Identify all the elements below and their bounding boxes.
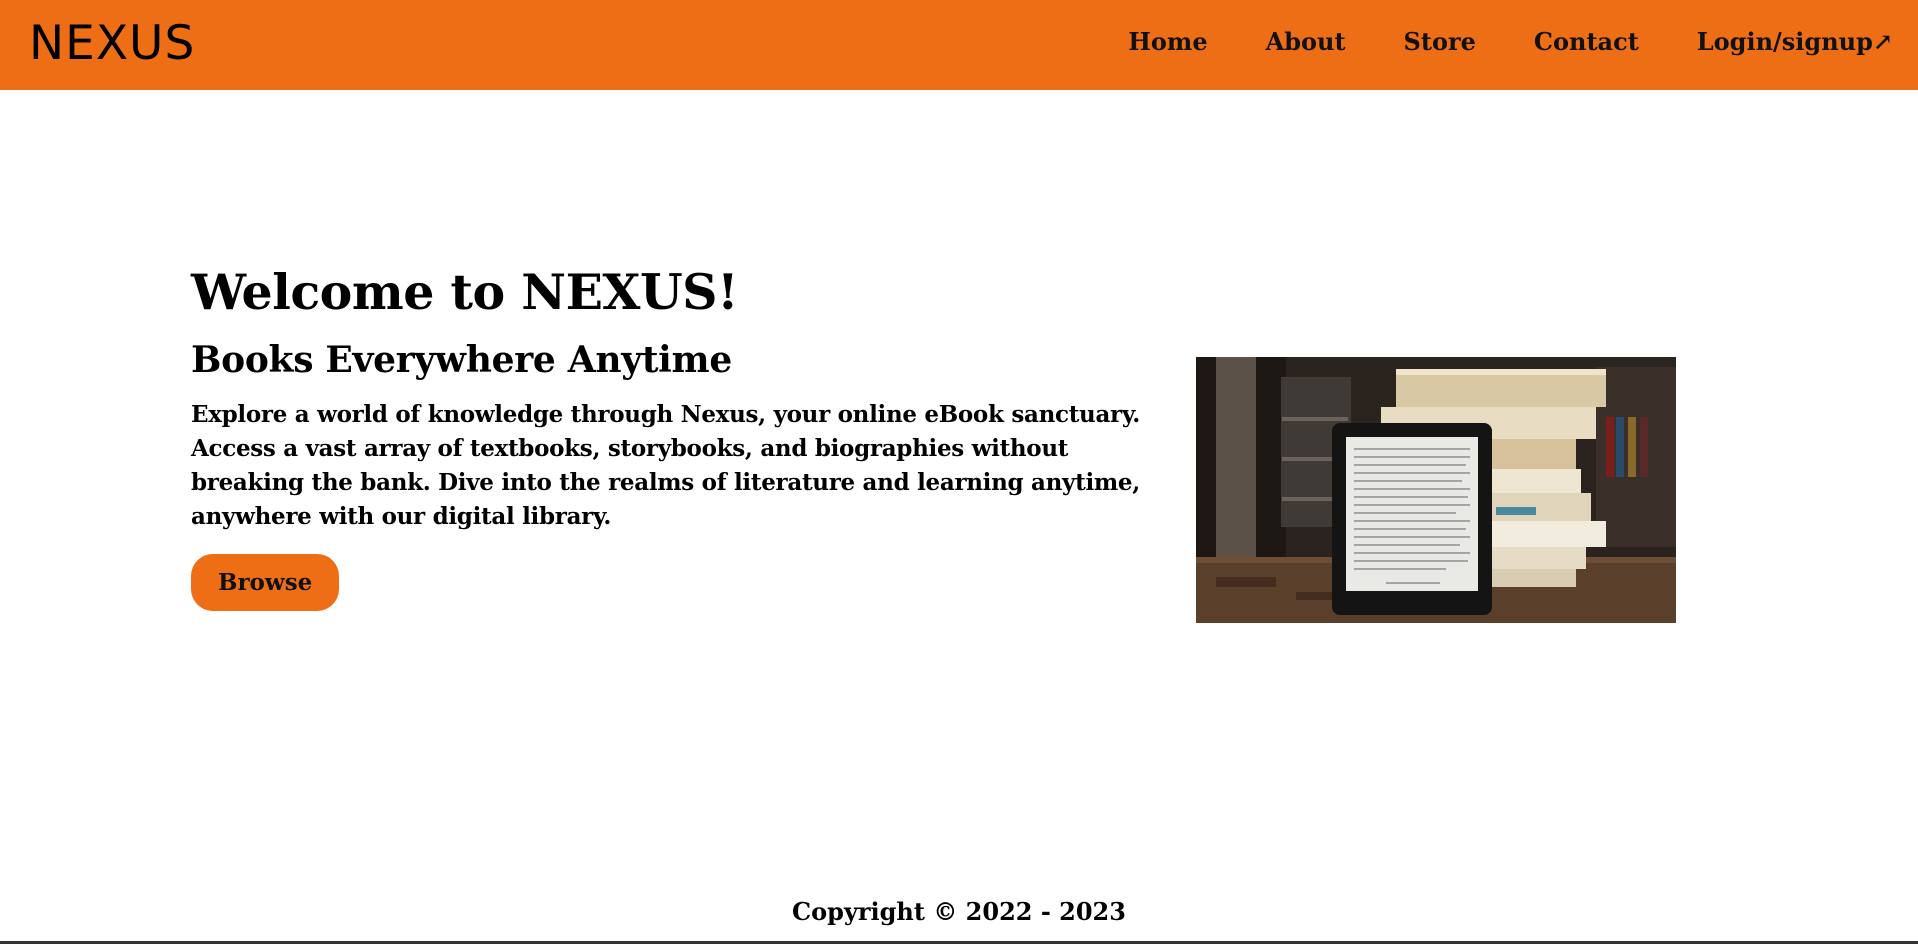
nav-login-signup-link[interactable]: Login/signup↗ (1697, 24, 1893, 60)
site-logo[interactable]: NEXUS (29, 17, 195, 71)
browse-button[interactable]: Browse (191, 554, 340, 611)
hero-title: Welcome to NEXUS! (191, 263, 739, 321)
hero-section: Welcome to NEXUS! Books Everywhere Anyti… (191, 262, 1151, 611)
footer-copyright: Copyright © 2022 - 2023 (792, 897, 1126, 926)
nav-contact-link[interactable]: Contact (1534, 24, 1639, 60)
nav-home-link[interactable]: Home (1128, 24, 1207, 60)
hero-image (1196, 357, 1676, 623)
navbar: NEXUS Home About Store Contact Login/sig… (0, 0, 1918, 90)
hero-description: Explore a world of knowledge through Nex… (191, 401, 1140, 530)
nav-links: Home About Store Contact Login/signup↗ (1070, 24, 1893, 60)
hero-subtitle: Books Everywhere Anytime (191, 339, 732, 381)
ebook-reader-with-book-stack-image (1196, 357, 1676, 623)
nav-about-link[interactable]: About (1266, 24, 1346, 60)
nav-store-link[interactable]: Store (1404, 24, 1476, 60)
